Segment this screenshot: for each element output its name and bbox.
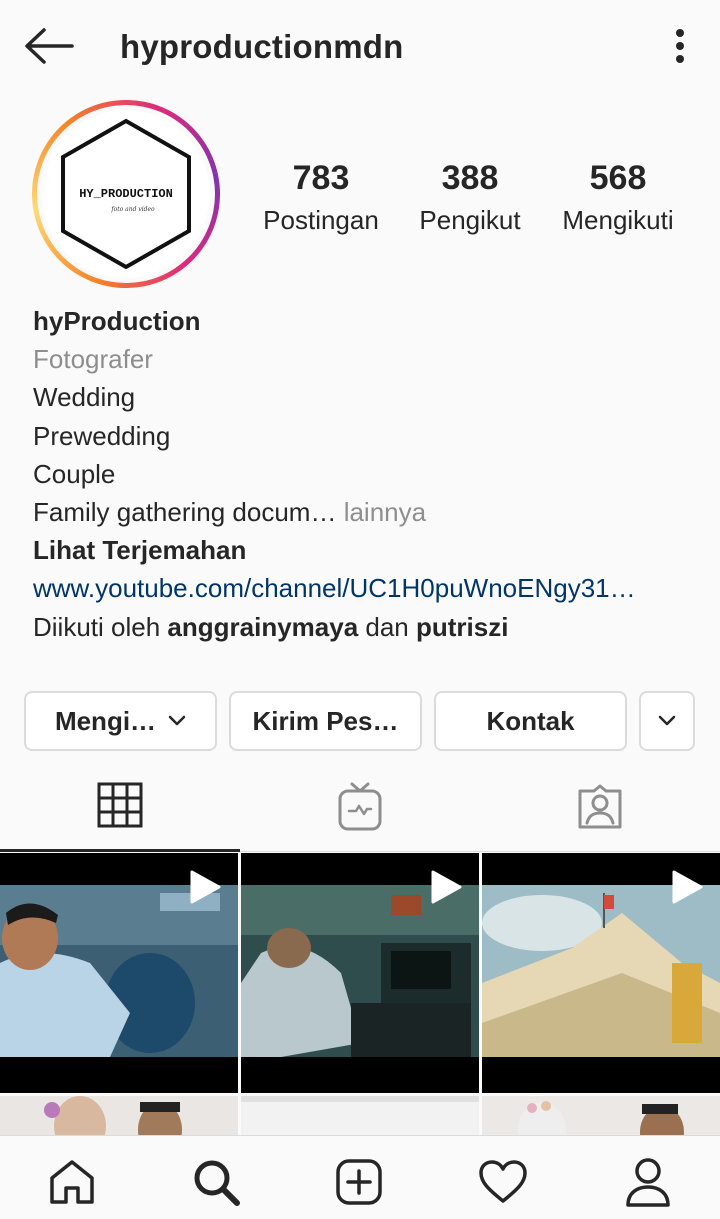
following-label: Mengikuti (562, 205, 674, 235)
grid-icon (97, 782, 143, 827)
posts-count: 783 (292, 159, 350, 197)
post-thumbnail[interactable] (0, 1096, 238, 1135)
post-thumbnail[interactable] (241, 853, 479, 1093)
home-icon (50, 1160, 94, 1204)
stat-followers[interactable]: 388 Pengikut (410, 158, 530, 236)
see-translation-link[interactable]: Lihat Terjemahan (33, 531, 693, 569)
post-thumbnail[interactable] (241, 1096, 479, 1135)
bottom-navigation (0, 1135, 720, 1219)
following-button[interactable]: Mengi… (24, 691, 217, 751)
video-play-icon (672, 870, 703, 904)
followed-by-and: dan (358, 611, 416, 642)
tab-tagged[interactable] (480, 760, 720, 852)
tab-grid[interactable] (0, 760, 240, 852)
tab-igtv[interactable] (240, 760, 480, 852)
more-link[interactable]: lainnya (336, 497, 426, 527)
followed-by[interactable]: Diikuti oleh anggrainymaya dan putriszi (33, 608, 693, 646)
stat-posts[interactable]: 783 Postingan (255, 158, 387, 236)
bio-line: Prewedding (33, 420, 171, 451)
suggested-accounts-button[interactable] (639, 691, 695, 751)
bio-line-text: Family gathering docum… (33, 497, 337, 528)
avatar: HY_PRODUCTION foto and video (42, 110, 210, 278)
contact-button[interactable]: Kontak (434, 691, 627, 751)
message-button[interactable]: Kirim Pes… (229, 691, 422, 751)
nav-search[interactable] (188, 1154, 244, 1210)
followers-count: 388 (441, 159, 499, 197)
followed-by-prefix: Diikuti oleh (33, 611, 168, 642)
profile-category: Fotografer (33, 344, 153, 375)
add-post-icon (336, 1159, 382, 1205)
bio-line-truncated: Family gathering docum… lainnya (33, 493, 693, 531)
chevron-down-icon (168, 715, 186, 726)
nav-new-post[interactable] (331, 1154, 387, 1210)
profile-bio: hyProduction Fotografer Wedding Preweddi… (33, 302, 693, 646)
post-thumbnail[interactable] (482, 1096, 720, 1135)
igtv-icon (338, 782, 382, 831)
video-play-icon (190, 870, 221, 904)
post-grid (0, 853, 720, 1135)
website-link[interactable]: www.youtube.com/channel/UC1H0puWnoENgy31… (33, 569, 693, 607)
message-button-label: Kirim Pes… (252, 705, 399, 736)
search-icon (194, 1160, 240, 1206)
video-play-icon (431, 870, 462, 904)
following-count: 568 (589, 159, 647, 197)
bio-line: Wedding (33, 382, 136, 413)
follower-name: anggrainymaya (167, 611, 359, 642)
posts-label: Postingan (263, 205, 379, 235)
nav-activity[interactable] (475, 1154, 531, 1210)
stat-following[interactable]: 568 Mengikuti (552, 158, 684, 236)
tagged-person-icon (578, 784, 622, 829)
followers-label: Pengikut (419, 205, 521, 235)
top-bar: hyproductionmdn (0, 0, 720, 92)
story-ring[interactable]: HY_PRODUCTION foto and video (32, 100, 220, 288)
contact-button-label: Kontak (486, 705, 575, 736)
following-button-label: Mengi… (54, 705, 157, 736)
nav-home[interactable] (44, 1154, 100, 1210)
avatar-logo-subtext: foto and video (110, 206, 155, 213)
profile-icon (626, 1158, 670, 1207)
back-arrow-icon[interactable] (20, 24, 76, 68)
more-options-icon[interactable] (660, 24, 700, 68)
heart-icon (479, 1160, 527, 1203)
nav-profile[interactable] (620, 1154, 676, 1210)
chevron-down-icon (658, 715, 676, 726)
page-title: hyproductionmdn (120, 28, 404, 65)
avatar-logo-text: HY_PRODUCTION (79, 187, 173, 201)
post-thumbnail[interactable] (0, 853, 238, 1093)
profile-name: hyProduction (33, 306, 201, 336)
profile-tabs (0, 760, 720, 852)
post-thumbnail[interactable] (482, 853, 720, 1093)
follower-name: putriszi (415, 611, 509, 642)
bio-line: Couple (33, 458, 116, 489)
